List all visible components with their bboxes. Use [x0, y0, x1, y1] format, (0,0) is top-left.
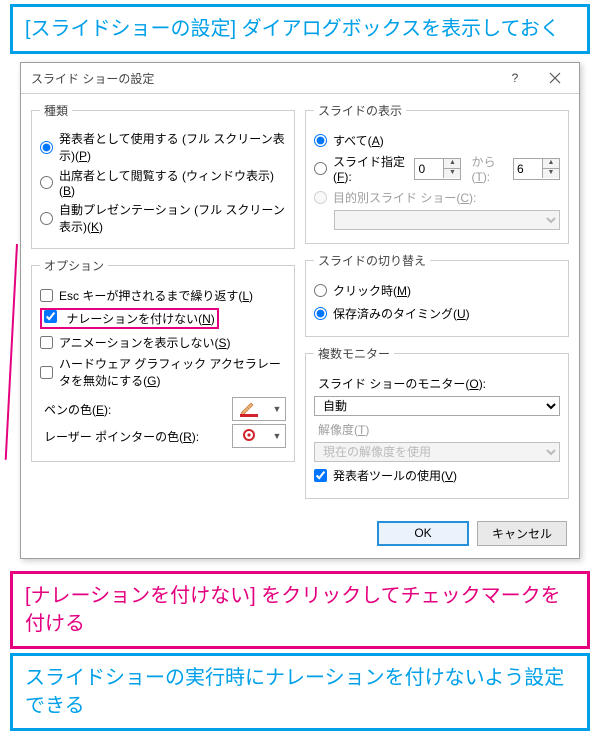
group-options: オプション Esc キーが押されるまで繰り返す(L) ナレーションを付けない(N… — [31, 257, 295, 462]
radio-manual[interactable] — [314, 284, 327, 297]
pen-color-label: ペンの色(E): — [44, 401, 111, 418]
radio-kiosk-label: 自動プレゼンテーション (フル スクリーン表示)(K) — [59, 201, 286, 235]
close-icon — [549, 72, 561, 84]
check-presenter-view-label: 発表者ツールの使用(V) — [333, 467, 457, 484]
check-no-animation[interactable] — [40, 336, 53, 349]
to-slide-value[interactable] — [514, 160, 542, 178]
laser-icon — [235, 427, 263, 445]
from-slide-value[interactable] — [415, 160, 443, 178]
check-no-narration-label: ナレーションを付けない(N) — [66, 312, 214, 326]
resolution-select: 現在の解像度を使用 — [314, 442, 560, 462]
highlight-no-narration: ナレーションを付けない(N) — [40, 308, 219, 329]
monitor-label: スライド ショーのモニター(O): — [318, 375, 486, 392]
dialog-title: スライド ショーの設定 — [31, 70, 495, 87]
custom-show-select — [334, 210, 560, 230]
radio-all-slides-label: すべて(A) — [333, 132, 384, 149]
check-no-animation-label: アニメーションを表示しない(S) — [59, 334, 231, 351]
spin-down-icon[interactable]: ▼ — [543, 169, 559, 178]
radio-manual-label: クリック時(M) — [333, 282, 411, 299]
group-show-slides-legend: スライドの表示 — [314, 102, 406, 119]
resolution-label: 解像度(T) — [318, 421, 369, 438]
spin-up-icon[interactable]: ▲ — [444, 159, 460, 169]
pen-icon — [235, 400, 263, 418]
group-kind: 種類 発表者として使用する (フル スクリーン表示)(P) 出席者として閲覧する… — [31, 102, 295, 249]
laser-color-combo[interactable]: ▼ — [232, 424, 286, 448]
callout-bottom: スライドショーの実行時にナレーションを付けないよう設定できる — [10, 653, 590, 731]
radio-slide-range-label: スライド指定(F): — [333, 153, 408, 184]
group-advance: スライドの切り替え クリック時(M) 保存済みのタイミング(U) — [305, 252, 569, 337]
callout-top: [スライドショーの設定] ダイアログボックスを表示しておく — [10, 4, 590, 54]
monitor-select[interactable]: 自動 — [314, 396, 560, 416]
radio-custom-show — [314, 191, 327, 204]
callout-click: [ナレーションを付けない] をクリックしてチェックマークを付ける — [10, 571, 590, 649]
to-slide-spin[interactable]: ▲▼ — [513, 158, 560, 180]
radio-timings-label: 保存済みのタイミング(U) — [333, 305, 470, 322]
radio-timings[interactable] — [314, 307, 327, 320]
group-show-slides: スライドの表示 すべて(A) スライド指定(F): ▲▼ から(T): — [305, 102, 569, 244]
chevron-down-icon: ▼ — [269, 431, 285, 441]
titlebar: スライド ショーの設定 ? — [21, 63, 579, 94]
group-advance-legend: スライドの切り替え — [314, 252, 430, 269]
from-slide-spin[interactable]: ▲▼ — [414, 158, 461, 180]
check-loop-label: Esc キーが押されるまで繰り返す(L) — [59, 287, 253, 304]
radio-slide-range[interactable] — [314, 162, 327, 175]
group-monitors-legend: 複数モニター — [314, 345, 394, 362]
pointer-line — [5, 244, 18, 460]
ok-button[interactable]: OK — [377, 521, 469, 546]
radio-custom-show-label: 目的別スライド ショー(C): — [333, 189, 476, 206]
to-label: から(T): — [471, 153, 507, 184]
radio-browse-label: 出席者として閲覧する (ウィンドウ表示)(B) — [59, 167, 286, 198]
radio-presenter[interactable] — [40, 141, 53, 154]
chevron-down-icon: ▼ — [269, 404, 285, 414]
spin-down-icon[interactable]: ▼ — [444, 169, 460, 178]
cancel-button[interactable]: キャンセル — [477, 521, 567, 546]
check-loop[interactable] — [40, 289, 53, 302]
radio-browse[interactable] — [40, 176, 53, 189]
radio-kiosk[interactable] — [40, 212, 53, 225]
check-hw-accel-label: ハードウェア グラフィック アクセラレータを無効にする(G) — [59, 355, 286, 389]
pen-color-combo[interactable]: ▼ — [232, 397, 286, 421]
help-button[interactable]: ? — [495, 64, 535, 92]
group-kind-legend: 種類 — [40, 102, 72, 119]
dialog-footer: OK キャンセル — [21, 513, 579, 558]
slideshow-settings-dialog: スライド ショーの設定 ? 種類 発表者として使用する (フル スクリーン表示)… — [20, 62, 580, 559]
check-presenter-view[interactable] — [314, 469, 327, 482]
laser-color-label: レーザー ポインターの色(R): — [44, 428, 199, 445]
check-no-narration[interactable] — [44, 310, 57, 323]
group-monitors: 複数モニター スライド ショーのモニター(O): 自動 解像度(T) 現在の解像… — [305, 345, 569, 499]
check-hw-accel[interactable] — [40, 366, 53, 379]
spin-up-icon[interactable]: ▲ — [543, 159, 559, 169]
radio-all-slides[interactable] — [314, 134, 327, 147]
radio-presenter-label: 発表者として使用する (フル スクリーン表示)(P) — [59, 130, 286, 164]
close-button[interactable] — [535, 64, 575, 92]
group-options-legend: オプション — [40, 257, 108, 274]
